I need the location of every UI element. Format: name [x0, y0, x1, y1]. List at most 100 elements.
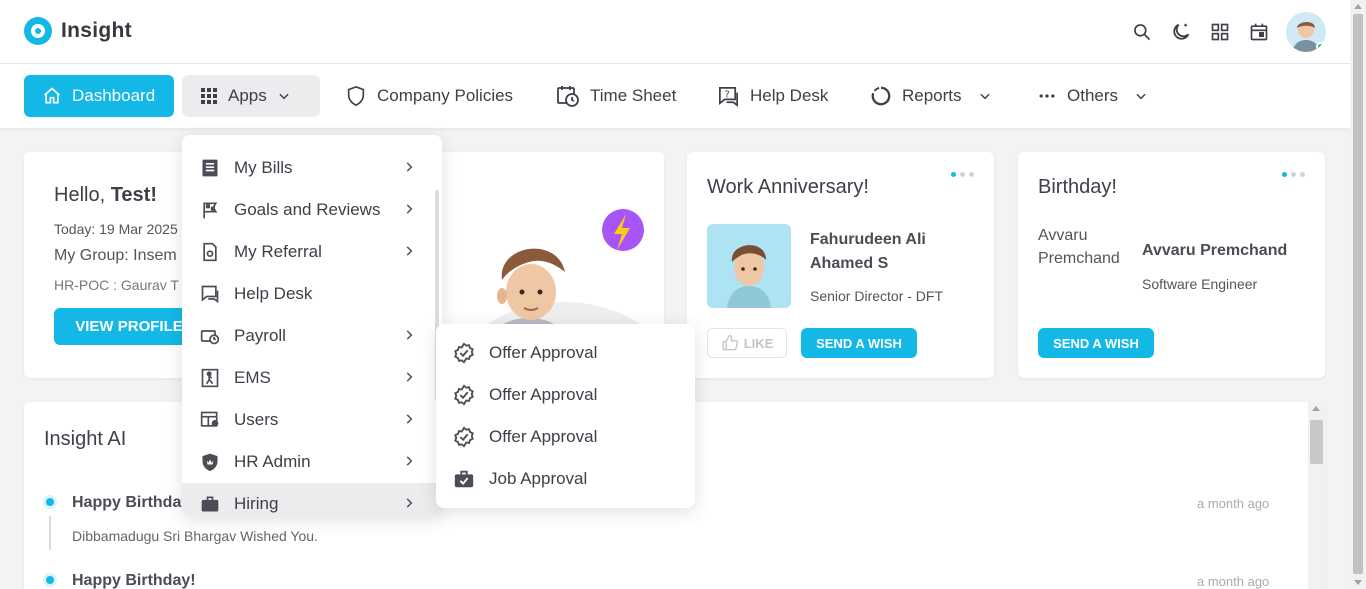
submenu-item-label: Offer Approval	[489, 343, 598, 362]
timeline-line	[49, 516, 51, 550]
greeting: Hello, Test!	[54, 184, 158, 206]
flag-icon	[200, 200, 220, 220]
more-horizontal-icon	[1039, 94, 1055, 98]
nav-help-desk[interactable]: ? Help Desk	[717, 75, 828, 117]
hiring-submenu: Offer Approval Offer Approval Offer Appr…	[436, 324, 695, 508]
app-logo[interactable]: Insight	[24, 17, 132, 45]
submenu-item-job-approval[interactable]: Job Approval	[436, 458, 695, 500]
menu-item-goals-and-reviews[interactable]: Goals and Reviews	[182, 189, 442, 231]
send-wish-button[interactable]: SEND A WISH	[1038, 328, 1154, 358]
hr-poc: HR-POC : Gaurav T	[54, 277, 179, 293]
menu-item-my-bills[interactable]: My Bills	[182, 147, 442, 189]
referral-icon	[200, 242, 220, 262]
nav-time-sheet[interactable]: Time Sheet	[556, 75, 676, 117]
submenu-item-offer-approval[interactable]: Offer Approval	[436, 374, 695, 416]
carousel-dots[interactable]	[1282, 172, 1305, 177]
anniversary-person-role: Senior Director - DFT	[810, 288, 944, 304]
chevron-right-icon	[406, 204, 413, 214]
scroll-thumb[interactable]	[1310, 420, 1323, 464]
chevron-right-icon	[406, 330, 413, 340]
menu-item-label: HR Admin	[234, 452, 311, 471]
chevron-right-icon	[406, 246, 413, 256]
nav-company-policies[interactable]: Company Policies	[345, 75, 513, 117]
chevron-right-icon	[406, 498, 413, 508]
thumbs-up-icon	[722, 334, 738, 351]
birthday-person-role: Software Engineer	[1142, 276, 1258, 292]
home-icon	[43, 87, 61, 104]
logo-icon	[24, 17, 52, 45]
submenu-item-offer-approval[interactable]: Offer Approval	[436, 416, 695, 458]
menu-item-help-desk[interactable]: Help Desk	[182, 273, 442, 315]
broken-image-alt: Avvaru Premchand	[1038, 227, 1120, 267]
shield-outline-icon	[347, 85, 365, 107]
dark-mode-icon[interactable]	[1161, 12, 1200, 52]
nav-apps-label: Apps	[228, 86, 267, 105]
insight-ai-title: Insight AI	[44, 428, 127, 450]
grid-dots-icon	[201, 88, 217, 104]
nav-help-desk-label: Help Desk	[750, 86, 829, 105]
timeline-dot	[43, 573, 57, 587]
menu-item-hiring[interactable]: Hiring	[182, 483, 442, 516]
menu-item-hr-admin[interactable]: HR Admin	[182, 441, 442, 483]
send-wish-button[interactable]: SEND A WISH	[801, 328, 917, 358]
today-date: Today: 19 Mar 2025	[54, 221, 178, 237]
nav-dashboard[interactable]: Dashboard	[24, 75, 174, 117]
user-avatar[interactable]	[1286, 12, 1326, 52]
menu-item-users[interactable]: Users	[182, 399, 442, 441]
menu-item-ems[interactable]: EMS	[182, 357, 442, 399]
like-label: LIKE	[743, 335, 774, 351]
users-icon	[200, 410, 220, 430]
birthday-person-name: Avvaru Premchand	[1142, 242, 1288, 259]
nav-reports-label: Reports	[902, 86, 962, 105]
nav-others-label: Others	[1067, 86, 1119, 105]
calendar-icon[interactable]	[1239, 12, 1278, 52]
search-icon[interactable]	[1122, 12, 1161, 52]
timeline-item-sub: Dibbamadugu Sri Bhargav Wished You.	[72, 528, 318, 544]
menu-item-label: Goals and Reviews	[234, 200, 381, 219]
insight-ai-scrollbar[interactable]	[1308, 402, 1325, 589]
bills-icon	[200, 158, 220, 178]
birthday-person-photo: Avvaru Premchand	[1038, 224, 1124, 274]
menu-item-label: Help Desk	[234, 284, 313, 303]
timeline-item-title: Happy Birthday!	[72, 494, 196, 511]
briefcase-icon	[200, 494, 220, 514]
ems-icon	[200, 368, 220, 388]
user-name: Test!	[110, 184, 158, 206]
payroll-icon	[200, 326, 220, 346]
top-header: Insight	[0, 0, 1350, 64]
briefcase-check-icon	[454, 470, 474, 488]
nav-dashboard-label: Dashboard	[72, 86, 156, 105]
menu-item-label: Hiring	[234, 494, 279, 513]
page-scrollbar[interactable]	[1350, 0, 1366, 589]
birthday-title: Birthday!	[1038, 176, 1117, 198]
scroll-thumb[interactable]	[1353, 14, 1363, 574]
submenu-item-label: Offer Approval	[489, 385, 598, 404]
nav-reports[interactable]: Reports	[870, 75, 1002, 117]
chevron-right-icon	[406, 414, 413, 424]
chevron-right-icon	[406, 162, 413, 172]
scroll-up-arrow[interactable]	[1312, 406, 1320, 411]
scroll-up-arrow[interactable]	[1354, 4, 1362, 9]
nav-apps[interactable]: Apps	[182, 75, 320, 117]
verified-badge-icon	[454, 342, 474, 364]
verified-badge-icon	[454, 426, 474, 448]
menu-item-label: My Bills	[234, 158, 293, 177]
like-button[interactable]: LIKE	[707, 328, 787, 358]
svg-text:?: ?	[725, 89, 730, 100]
chevron-down-icon	[979, 93, 990, 100]
menu-item-payroll[interactable]: Payroll	[182, 315, 442, 357]
timeline-dot	[43, 495, 57, 509]
nav-others[interactable]: Others	[1037, 75, 1158, 117]
help-desk-icon: ?	[719, 86, 738, 107]
submenu-item-label: Job Approval	[489, 469, 588, 488]
my-group: My Group: Insem	[54, 247, 177, 264]
apps-dropdown-menu: My Bills Goals and Reviews My Referral H…	[182, 135, 442, 516]
carousel-dots[interactable]	[951, 172, 974, 177]
submenu-item-offer-approval[interactable]: Offer Approval	[436, 332, 695, 374]
apps-grid-icon[interactable]	[1200, 12, 1239, 52]
scroll-down-arrow[interactable]	[1354, 580, 1362, 585]
helpdesk-icon	[200, 284, 220, 304]
header-actions	[1122, 12, 1326, 52]
app-name: Insight	[61, 19, 132, 42]
menu-item-my-referral[interactable]: My Referral	[182, 231, 442, 273]
